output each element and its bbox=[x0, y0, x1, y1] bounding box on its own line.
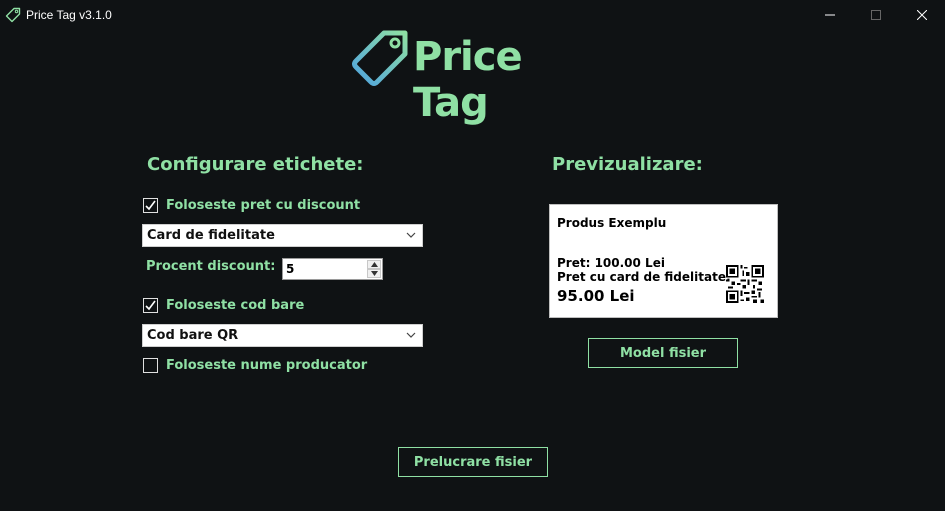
preview-card-price-label: Pret cu card de fidelitate: bbox=[557, 270, 731, 284]
use-discount-checkbox[interactable]: Foloseste pret cu discount bbox=[143, 198, 360, 213]
spin-up-button[interactable] bbox=[367, 260, 381, 269]
discount-type-select[interactable]: Card de fidelitate bbox=[142, 224, 423, 247]
app-logo: Price Tag bbox=[350, 28, 600, 126]
minimize-button[interactable] bbox=[807, 0, 853, 30]
use-producer-label: Foloseste nume producator bbox=[166, 358, 368, 373]
use-barcode-checkbox[interactable]: Foloseste cod bare bbox=[143, 298, 304, 313]
label-preview: Produs Exemplu Pret: 100.00 Lei Pret cu … bbox=[549, 204, 778, 318]
use-barcode-label: Foloseste cod bare bbox=[166, 298, 305, 313]
window-title: Price Tag v3.1.0 bbox=[26, 8, 112, 22]
minimize-icon bbox=[825, 14, 835, 16]
checkbox-box[interactable] bbox=[143, 358, 158, 373]
discount-percent-value: 5 bbox=[286, 262, 295, 276]
arrow-up-icon bbox=[370, 262, 378, 267]
title-bar: Price Tag v3.1.0 bbox=[0, 0, 945, 30]
checkmark-icon bbox=[145, 200, 156, 211]
process-file-button[interactable]: Prelucrare fisier bbox=[398, 447, 548, 477]
checkmark-icon bbox=[145, 300, 156, 311]
model-file-button[interactable]: Model fisier bbox=[588, 338, 738, 368]
discount-percent-label: Procent discount: bbox=[146, 259, 276, 274]
preview-price: Pret: 100.00 Lei bbox=[557, 256, 665, 270]
barcode-type-select[interactable]: Cod bare QR bbox=[142, 324, 423, 347]
maximize-icon bbox=[871, 10, 881, 20]
close-button[interactable] bbox=[899, 0, 945, 30]
logo-text: Price Tag bbox=[413, 34, 523, 126]
config-heading: Configurare etichete: bbox=[147, 154, 364, 175]
barcode-type-value: Cod bare QR bbox=[147, 328, 239, 343]
qr-code-icon bbox=[726, 265, 764, 303]
preview-heading: Previzualizare: bbox=[552, 154, 703, 175]
preview-product-name: Produs Exemplu bbox=[557, 216, 667, 230]
checkbox-box[interactable] bbox=[143, 198, 158, 213]
preview-final-price: 95.00 Lei bbox=[557, 287, 635, 305]
spin-down-button[interactable] bbox=[367, 269, 381, 278]
checkbox-box[interactable] bbox=[143, 298, 158, 313]
tag-icon bbox=[5, 7, 21, 23]
arrow-down-icon bbox=[370, 271, 378, 276]
discount-percent-spinbox[interactable]: 5 bbox=[282, 258, 383, 280]
maximize-button[interactable] bbox=[853, 0, 899, 30]
chevron-down-icon bbox=[406, 232, 416, 238]
use-discount-label: Foloseste pret cu discount bbox=[166, 198, 361, 213]
price-tag-logo-icon bbox=[352, 30, 408, 86]
use-producer-checkbox[interactable]: Foloseste nume producator bbox=[143, 358, 367, 373]
discount-type-value: Card de fidelitate bbox=[147, 228, 275, 243]
close-icon bbox=[917, 10, 927, 20]
chevron-down-icon bbox=[406, 332, 416, 338]
